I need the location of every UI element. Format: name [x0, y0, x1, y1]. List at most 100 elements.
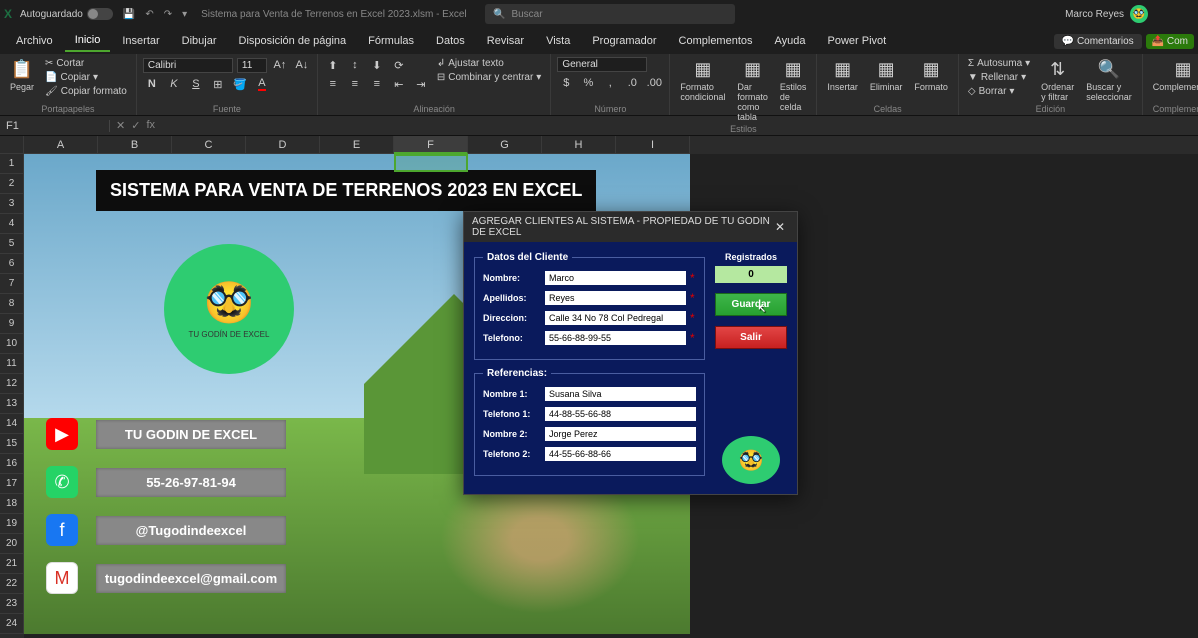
autosave-toggle[interactable]: Autoguardado	[20, 8, 113, 20]
row-header[interactable]: 18	[0, 494, 24, 514]
copy-button[interactable]: 📄Copiar ▾	[42, 71, 130, 84]
row-header[interactable]: 24	[0, 614, 24, 634]
tab-pivot[interactable]: Power Pivot	[818, 31, 897, 51]
comments-button[interactable]: 💬 Comentarios	[1054, 34, 1142, 49]
sort-button[interactable]: ⇅Ordenar y filtrar	[1037, 57, 1078, 104]
fx-icon[interactable]: fx	[146, 119, 155, 132]
italic-icon[interactable]: K	[165, 76, 183, 92]
row-header[interactable]: 19	[0, 514, 24, 534]
border-icon[interactable]: ⊞	[209, 76, 227, 92]
comma-icon[interactable]: ,	[601, 75, 619, 91]
save-icon[interactable]: 💾	[123, 9, 135, 20]
row-header[interactable]: 13	[0, 394, 24, 414]
orient-icon[interactable]: ⟳	[390, 57, 408, 73]
align-center-icon[interactable]: ≡	[346, 76, 364, 92]
tab-view[interactable]: Vista	[536, 31, 580, 51]
font-select[interactable]: Calibri	[143, 58, 233, 73]
bold-icon[interactable]: N	[143, 76, 161, 92]
align-top-icon[interactable]: ⬆	[324, 57, 342, 73]
decrease-font-icon[interactable]: A↓	[293, 57, 311, 73]
tab-help[interactable]: Ayuda	[765, 31, 816, 51]
col-header[interactable]: H	[542, 136, 616, 154]
switch-icon[interactable]	[87, 8, 113, 20]
tab-home[interactable]: Inicio	[65, 30, 111, 52]
format-painter-button[interactable]: 🖌Copiar formato	[42, 85, 130, 98]
apellidos-input[interactable]	[545, 291, 686, 305]
nombre-input[interactable]	[545, 271, 686, 285]
tab-insert[interactable]: Insertar	[112, 31, 169, 51]
undo-icon[interactable]: ↶	[145, 9, 153, 20]
row-header[interactable]: 12	[0, 374, 24, 394]
delete-cells-button[interactable]: ▦Eliminar	[866, 57, 907, 94]
find-button[interactable]: 🔍Buscar y seleccionar	[1082, 57, 1136, 104]
row-header[interactable]: 21	[0, 554, 24, 574]
col-header[interactable]: E	[320, 136, 394, 154]
row-header[interactable]: 4	[0, 214, 24, 234]
redo-icon[interactable]: ↷	[164, 9, 172, 20]
select-all-corner[interactable]	[0, 136, 24, 154]
number-format-select[interactable]: General	[557, 57, 647, 72]
ref2-telefono-input[interactable]	[545, 447, 696, 461]
size-select[interactable]: 11	[237, 58, 267, 73]
row-header[interactable]: 17	[0, 474, 24, 494]
row-header[interactable]: 15	[0, 434, 24, 454]
table-format-button[interactable]: ▦Dar formato como tabla	[733, 57, 772, 124]
increase-font-icon[interactable]: A↑	[271, 57, 289, 73]
fill-color-icon[interactable]: 🪣	[231, 76, 249, 92]
col-header[interactable]: G	[468, 136, 542, 154]
row-header[interactable]: 5	[0, 234, 24, 254]
row-header[interactable]: 2	[0, 174, 24, 194]
align-right-icon[interactable]: ≡	[368, 76, 386, 92]
col-header[interactable]: A	[24, 136, 98, 154]
currency-icon[interactable]: $	[557, 75, 575, 91]
row-header[interactable]: 14	[0, 414, 24, 434]
cut-button[interactable]: ✂Cortar	[42, 57, 130, 70]
align-left-icon[interactable]: ≡	[324, 76, 342, 92]
col-header[interactable]: I	[616, 136, 690, 154]
enter-fx-icon[interactable]: ✓	[131, 119, 140, 132]
row-header[interactable]: 7	[0, 274, 24, 294]
row-header[interactable]: 16	[0, 454, 24, 474]
underline-icon[interactable]: S	[187, 76, 205, 92]
addins-button[interactable]: ▦Complementos	[1149, 57, 1198, 94]
row-header[interactable]: 23	[0, 594, 24, 614]
fill-button[interactable]: ▼ Rellenar ▾	[965, 71, 1033, 84]
clear-button[interactable]: ◇ Borrar ▾	[965, 85, 1033, 98]
autosum-button[interactable]: Σ Autosuma ▾	[965, 57, 1033, 70]
row-header[interactable]: 10	[0, 334, 24, 354]
tab-dev[interactable]: Programador	[582, 31, 666, 51]
qat-more-icon[interactable]: ▾	[182, 9, 187, 20]
col-header-selected[interactable]: F	[394, 136, 468, 154]
row-header[interactable]: 9	[0, 314, 24, 334]
ref1-nombre-input[interactable]	[545, 387, 696, 401]
telefono-input[interactable]	[545, 331, 686, 345]
font-color-icon[interactable]: A	[253, 76, 271, 92]
format-cells-button[interactable]: ▦Formato	[910, 57, 952, 94]
tab-data[interactable]: Datos	[426, 31, 475, 51]
tab-layout[interactable]: Disposición de página	[229, 31, 357, 51]
salir-button[interactable]: Salir	[715, 326, 787, 349]
ref1-telefono-input[interactable]	[545, 407, 696, 421]
dec-dec-icon[interactable]: .00	[645, 75, 663, 91]
col-header[interactable]: B	[98, 136, 172, 154]
align-bot-icon[interactable]: ⬇	[368, 57, 386, 73]
search-box[interactable]: 🔍 Buscar	[485, 4, 735, 24]
row-header[interactable]: 11	[0, 354, 24, 374]
indent-dec-icon[interactable]: ⇤	[390, 76, 408, 92]
row-header[interactable]: 22	[0, 574, 24, 594]
row-header[interactable]: 20	[0, 534, 24, 554]
ref2-nombre-input[interactable]	[545, 427, 696, 441]
cell-style-button[interactable]: ▦Estilos de celda	[776, 57, 811, 114]
tab-file[interactable]: Archivo	[6, 31, 63, 51]
user-menu[interactable]: Marco Reyes 🥸	[1065, 5, 1148, 23]
tab-addins[interactable]: Complementos	[669, 31, 763, 51]
insert-cells-button[interactable]: ▦Insertar	[823, 57, 862, 94]
direccion-input[interactable]	[545, 311, 686, 325]
wrap-button[interactable]: ↲Ajustar texto	[434, 57, 544, 70]
row-header[interactable]: 1	[0, 154, 24, 174]
tab-draw[interactable]: Dibujar	[172, 31, 227, 51]
percent-icon[interactable]: %	[579, 75, 597, 91]
paste-button[interactable]: 📋Pegar	[6, 57, 38, 94]
indent-inc-icon[interactable]: ⇥	[412, 76, 430, 92]
modal-titlebar[interactable]: AGREGAR CLIENTES AL SISTEMA - PROPIEDAD …	[464, 212, 797, 242]
